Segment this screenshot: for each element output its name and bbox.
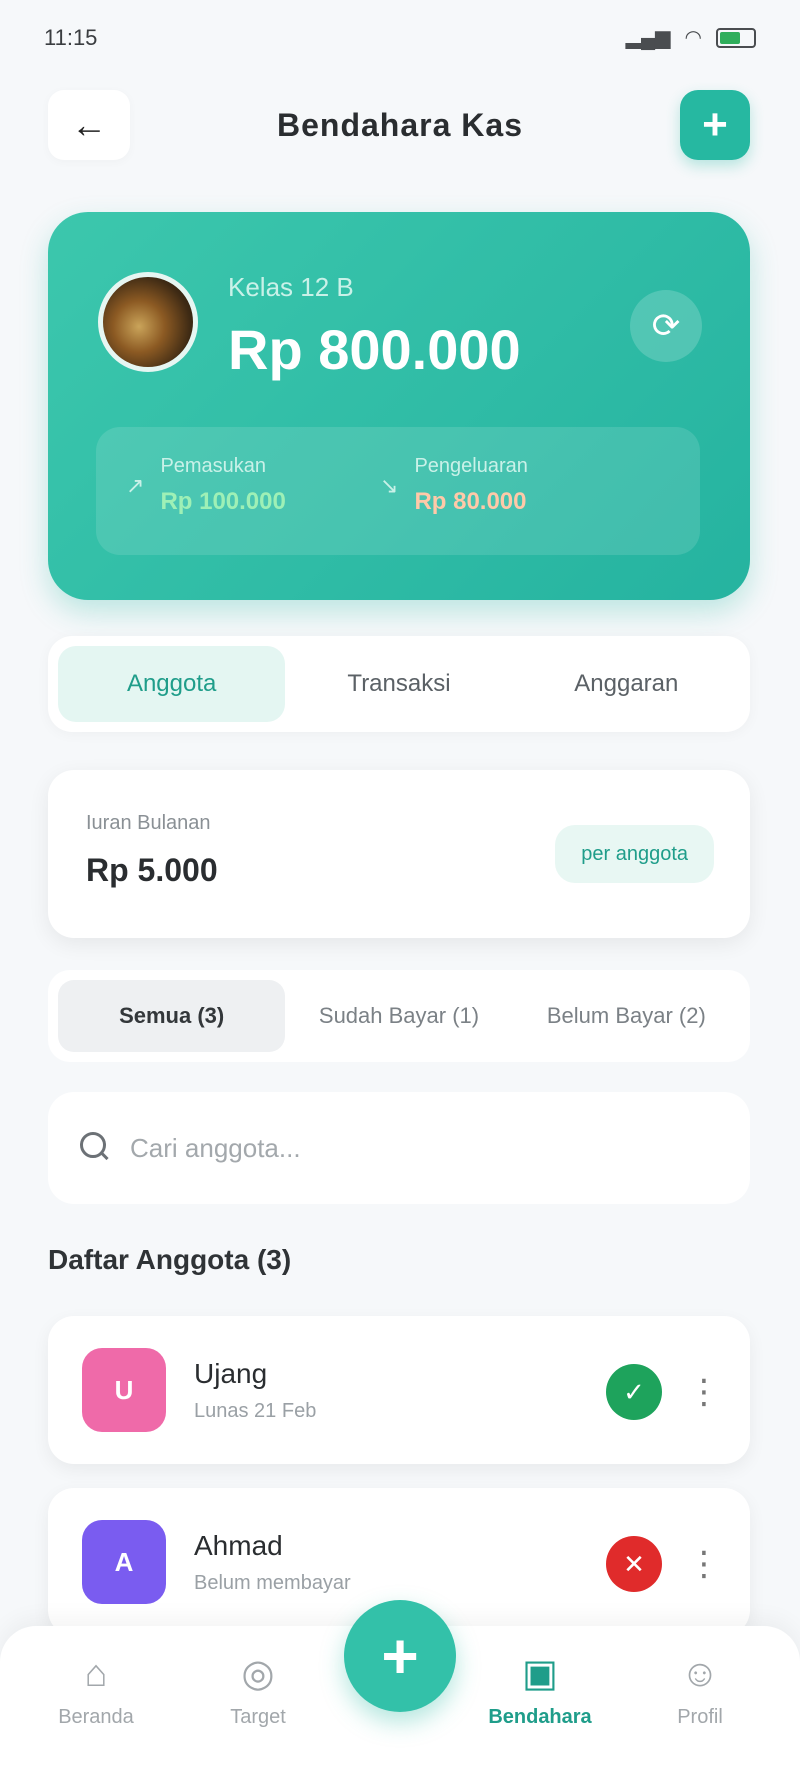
- class-name: Kelas 12 B: [228, 272, 354, 302]
- plus-icon: +: [381, 1620, 419, 1692]
- expense-summary: ↘ Pengeluaran Rp 80.000: [380, 455, 528, 516]
- user-icon: ☺: [680, 1653, 720, 1695]
- tab-transaksi[interactable]: Transaksi: [285, 646, 512, 722]
- page-title: Bendahara Kas: [277, 106, 523, 143]
- tab-anggota[interactable]: Anggota: [58, 646, 286, 722]
- signal-icon: ▂▄▆: [625, 27, 671, 49]
- member-status: Lunas 21 Feb: [194, 1400, 317, 1422]
- income-value: Rp 100.000: [160, 488, 286, 515]
- status-icons: ▂▄▆ ◠: [626, 25, 756, 50]
- target-icon: ◎: [241, 1653, 275, 1695]
- expense-label: Pengeluaran: [414, 455, 528, 477]
- fee-value: Rp 5.000: [86, 852, 218, 888]
- paid-check-icon[interactable]: ✓: [606, 1364, 662, 1420]
- fee-unit-badge: per anggota: [555, 825, 714, 883]
- balance-amount: Rp 800.000: [228, 318, 521, 381]
- member-list-title: Daftar Anggota (3): [48, 1244, 292, 1275]
- payment-filters: Semua (3) Sudah Bayar (1) Belum Bayar (2…: [48, 970, 750, 1062]
- filter-paid[interactable]: Sudah Bayar (1): [285, 980, 512, 1052]
- nav-label: Beranda: [58, 1706, 134, 1728]
- more-options-icon[interactable]: ⋮: [687, 1362, 721, 1422]
- plus-icon: +: [702, 100, 728, 149]
- status-time: 11:15: [44, 24, 98, 50]
- nav-label: Profil: [677, 1706, 723, 1728]
- filter-all[interactable]: Semua (3): [58, 980, 286, 1052]
- nav-label: Bendahara: [488, 1706, 592, 1728]
- more-options-icon[interactable]: ⋮: [687, 1534, 721, 1594]
- expense-value: Rp 80.000: [414, 488, 527, 515]
- search-bar: [48, 1092, 750, 1204]
- unpaid-x-icon[interactable]: ✕: [606, 1536, 662, 1592]
- section-tabs: Anggota Transaksi Anggaran: [48, 636, 750, 732]
- member-name: Ujang: [194, 1358, 268, 1389]
- add-fab-button[interactable]: +: [344, 1600, 456, 1712]
- balance-card: Kelas 12 B Rp 800.000 ⟳ ↗ Pemasukan Rp 1…: [48, 212, 750, 600]
- search-input[interactable]: [130, 1132, 690, 1164]
- back-button[interactable]: ←: [48, 90, 130, 160]
- income-summary: ↗ Pemasukan Rp 100.000: [126, 455, 286, 516]
- list-item[interactable]: U Ujang Lunas 21 Feb ✓ ⋮: [48, 1316, 750, 1464]
- app-header: ← Bendahara Kas +: [0, 80, 800, 170]
- avatar: U: [82, 1348, 166, 1432]
- arrow-left-icon: ←: [71, 104, 107, 145]
- monthly-fee-card: Iuran Bulanan Rp 5.000 per anggota: [48, 770, 750, 938]
- nav-target[interactable]: ◎ Target: [198, 1654, 318, 1729]
- refresh-icon: ⟳: [651, 307, 681, 345]
- tab-anggaran[interactable]: Anggaran: [513, 646, 740, 722]
- wallet-icon: ▣: [522, 1653, 558, 1695]
- filter-unpaid[interactable]: Belum Bayar (2): [513, 980, 740, 1052]
- avatar: A: [82, 1520, 166, 1604]
- refresh-button[interactable]: ⟳: [630, 290, 702, 362]
- nav-profil[interactable]: ☺ Profil: [640, 1654, 760, 1729]
- battery-icon: [716, 27, 756, 48]
- nav-beranda[interactable]: ⌂ Beranda: [36, 1654, 156, 1729]
- member-name: Ahmad: [194, 1530, 283, 1561]
- nav-bendahara[interactable]: ▣ Bendahara: [480, 1654, 600, 1729]
- member-status: Belum membayar: [194, 1572, 351, 1594]
- fee-label: Iuran Bulanan: [86, 812, 211, 834]
- summary-box: ↗ Pemasukan Rp 100.000 ↘ Pengeluaran Rp …: [96, 427, 700, 555]
- add-button[interactable]: +: [680, 90, 750, 160]
- search-icon: [80, 1132, 112, 1164]
- trend-up-icon: ↗: [126, 473, 145, 498]
- home-icon: ⌂: [84, 1653, 108, 1695]
- trend-down-icon: ↘: [380, 473, 399, 498]
- wifi-icon: ◠: [684, 27, 702, 49]
- class-avatar: [98, 272, 198, 372]
- status-bar: 11:15 ▂▄▆ ◠: [0, 0, 800, 75]
- nav-label: Target: [230, 1706, 286, 1728]
- income-label: Pemasukan: [160, 455, 267, 477]
